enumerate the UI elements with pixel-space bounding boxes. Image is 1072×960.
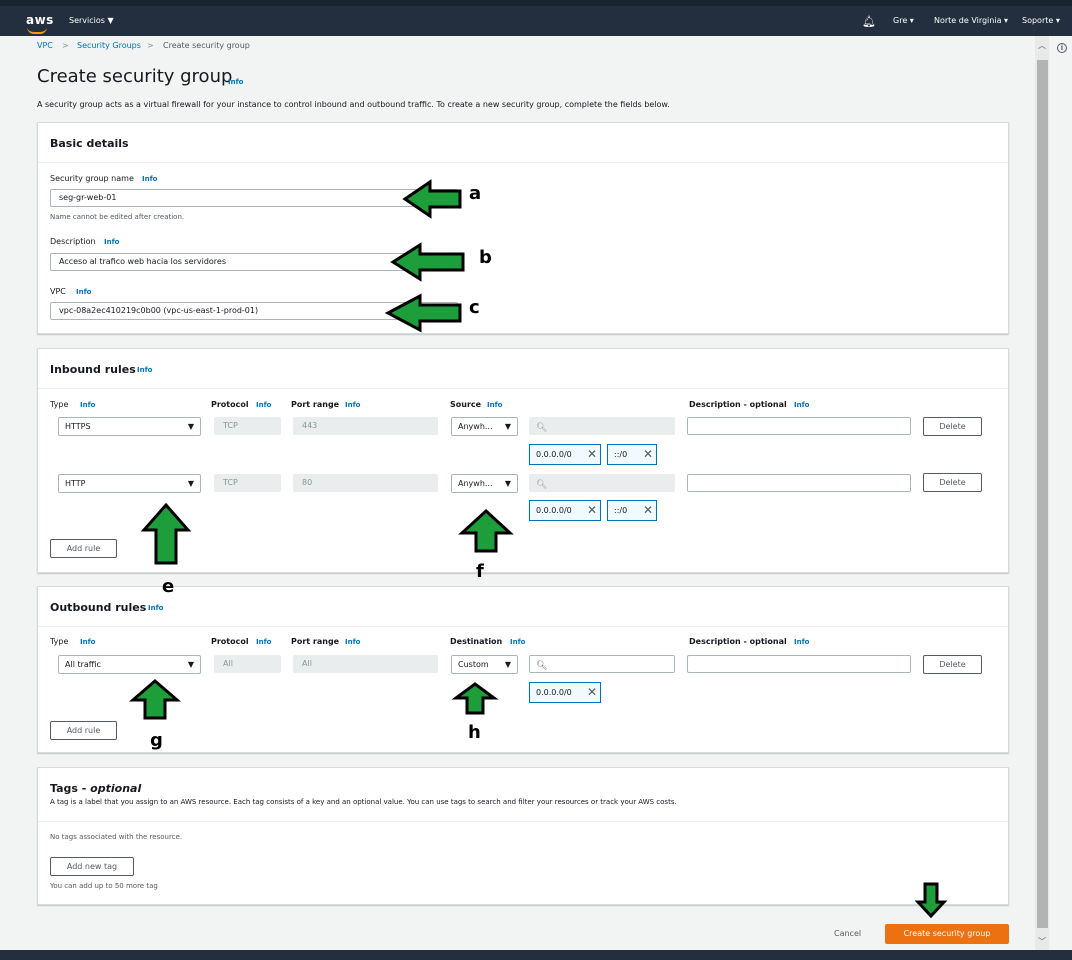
arrow-up-icon — [140, 502, 192, 565]
annotation-label: f — [476, 561, 484, 582]
annotation-label: e — [162, 576, 174, 597]
annotation-label: c — [469, 297, 480, 318]
arrow-down-icon — [914, 882, 948, 919]
arrow-left-icon — [390, 242, 465, 282]
annotation-arrows-overlay: a b c e f g h — [128, 179, 948, 919]
annotation-label: h — [468, 722, 481, 743]
annotation-label: g — [150, 730, 163, 751]
arrow-up-icon — [451, 682, 499, 715]
arrow-up-icon — [458, 508, 514, 553]
annotation-label: b — [479, 247, 492, 268]
arrow-up-icon — [128, 679, 182, 720]
arrow-left-icon — [402, 179, 462, 219]
annotation-label: a — [469, 183, 481, 204]
arrow-left-icon — [384, 293, 462, 333]
